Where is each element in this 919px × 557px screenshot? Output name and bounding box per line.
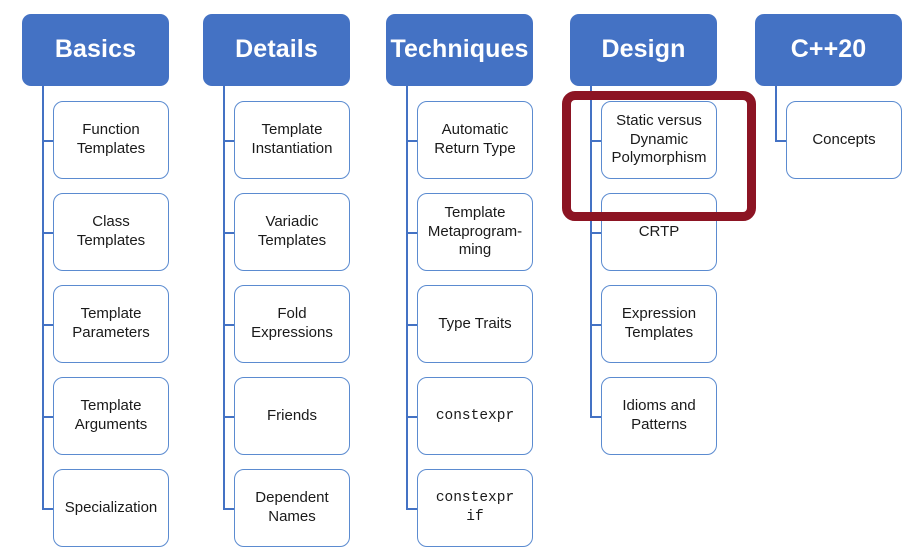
node-box[interactable]: Template Parameters	[53, 285, 169, 363]
node-label: Template Parameters	[72, 305, 150, 341]
node-label: Automatic Return Type	[434, 121, 516, 157]
node-label: Variadic Templates	[257, 213, 327, 249]
column-basics: Basics Function Templates Class Templates T…	[22, 0, 206, 557]
node-box[interactable]: Class Templates	[53, 193, 169, 271]
node-box[interactable]: Expression Templates	[601, 285, 717, 363]
column-header-techniques[interactable]: Techniques	[386, 14, 533, 86]
connector-trunk-cpp20	[775, 86, 777, 140]
column-header-label: Details	[235, 35, 318, 64]
node-box[interactable]: Template Metaprogram- ming	[417, 193, 533, 271]
column-details: Details Template Instantiation Variadic Te…	[203, 0, 387, 557]
node-box[interactable]: Friends	[234, 377, 350, 455]
node-label: Idioms and Patterns	[622, 397, 696, 433]
node-box[interactable]: Function Templates	[53, 101, 169, 179]
node-box[interactable]: Automatic Return Type	[417, 101, 533, 179]
column-design: Design Static versus Dynamic Polymorphism…	[570, 0, 754, 557]
node-label: Template Instantiation	[251, 121, 333, 157]
node-label: Static versus Dynamic Polymorphism	[611, 112, 707, 167]
node-label: CRTP	[638, 222, 680, 240]
node-box[interactable]: Template Arguments	[53, 377, 169, 455]
node-label: constexpr	[435, 407, 515, 424]
node-label: Class Templates	[76, 213, 146, 249]
node-box[interactable]: Fold Expressions	[234, 285, 350, 363]
column-header-label: Techniques	[390, 35, 529, 64]
node-label: constexpr if	[435, 490, 515, 525]
column-header-details[interactable]: Details	[203, 14, 350, 86]
connector-trunk-design	[590, 86, 592, 416]
column-header-label: C++20	[790, 35, 867, 64]
connector-trunk-techniques	[406, 86, 408, 508]
column-header-label: Design	[601, 35, 686, 64]
node-box[interactable]: Type Traits	[417, 285, 533, 363]
node-box[interactable]: CRTP	[601, 193, 717, 271]
node-label: Fold Expressions	[251, 305, 333, 341]
column-techniques: Techniques Automatic Return Type Template …	[386, 0, 570, 557]
node-box[interactable]: Static versus Dynamic Polymorphism	[601, 101, 717, 179]
node-box[interactable]: constexpr if	[417, 469, 533, 547]
node-box[interactable]: constexpr	[417, 377, 533, 455]
column-header-cpp20[interactable]: C++20	[755, 14, 902, 86]
node-label: Dependent Names	[255, 489, 329, 525]
connector-trunk-basics	[42, 86, 44, 508]
column-header-design[interactable]: Design	[570, 14, 717, 86]
node-box[interactable]: Concepts	[786, 101, 902, 179]
node-label: Type Traits	[438, 314, 512, 332]
column-cpp20: C++20 Concepts	[755, 0, 919, 557]
column-header-basics[interactable]: Basics	[22, 14, 169, 86]
node-label: Expression Templates	[621, 305, 697, 341]
node-box[interactable]: Dependent Names	[234, 469, 350, 547]
node-label: Function Templates	[76, 121, 146, 157]
node-label: Template Arguments	[74, 397, 148, 433]
node-label: Template Metaprogram- ming	[427, 204, 523, 259]
template-overview-diagram: C++20 Concepts Design Static versus Dynamic…	[0, 0, 919, 557]
node-box[interactable]: Specialization	[53, 469, 169, 547]
column-header-label: Basics	[54, 35, 137, 64]
node-box[interactable]: Variadic Templates	[234, 193, 350, 271]
node-label: Specialization	[64, 498, 158, 516]
node-label: Friends	[266, 406, 318, 424]
node-label: Concepts	[812, 130, 876, 148]
node-box[interactable]: Idioms and Patterns	[601, 377, 717, 455]
connector-trunk-details	[223, 86, 225, 508]
node-box[interactable]: Template Instantiation	[234, 101, 350, 179]
